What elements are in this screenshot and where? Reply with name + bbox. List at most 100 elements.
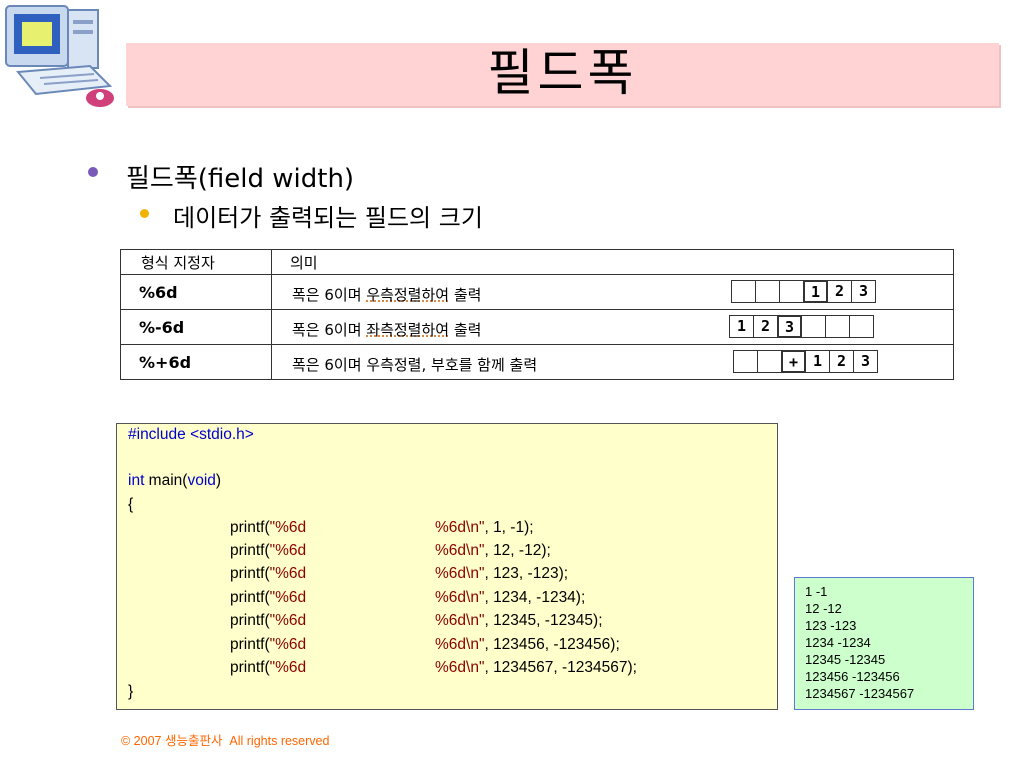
field-cell: 3 <box>853 350 878 373</box>
table-header-row: 형식 지정자 의미 <box>120 249 954 275</box>
output-line: 123 -123 <box>805 618 857 633</box>
code-line: { <box>128 496 134 513</box>
field-cell: 2 <box>829 350 854 373</box>
field-cell <box>733 350 758 373</box>
code-text: , 12345, -12345); <box>484 612 603 629</box>
code-line: printf("%6d <box>230 565 306 583</box>
spec-description-cell: 폭은 6이며 우측정렬, 부호를 함께 출력 + 1 2 3 <box>271 344 954 380</box>
code-line: printf("%6d <box>230 659 306 677</box>
code-text: printf( <box>230 589 270 606</box>
bullet-text: 데이터가 출력되는 필드의 크기 <box>173 204 483 232</box>
code-string: %6d\n" <box>435 612 485 629</box>
field-cell: 1 <box>803 280 828 303</box>
field-cell <box>825 315 850 338</box>
field-cell <box>779 280 804 303</box>
bullet-text: 필드폭(field width) <box>126 164 355 194</box>
code-text: printf( <box>230 565 270 582</box>
table-row: %6d 폭은 6이며 우측정렬하여 출력 1 2 3 <box>120 274 954 310</box>
code-line: %6d\n", 1234, -1234); <box>435 589 585 607</box>
code-keyword: void <box>187 472 216 489</box>
code-line: printf("%6d <box>230 519 306 537</box>
code-keyword: int <box>128 472 145 489</box>
field-cells: 1 2 3 <box>731 280 876 303</box>
code-string: "%6d <box>269 565 307 582</box>
table-header: 의미 <box>271 249 954 275</box>
field-cell: 3 <box>777 315 802 338</box>
field-cell: 3 <box>851 280 876 303</box>
format-spec: %6d <box>120 274 272 310</box>
table-row: %-6d 폭은 6이며 좌측정렬하여 출력 1 2 3 <box>120 309 954 345</box>
desc-text: 폭은 6이며 우측정렬, 부호를 함께 출력 <box>292 356 538 374</box>
code-text: printf( <box>230 612 270 629</box>
format-spec: %-6d <box>120 309 272 345</box>
field-cell: 2 <box>753 315 778 338</box>
code-text: , 1234567, -1234567); <box>484 659 637 676</box>
code-line: printf("%6d <box>230 589 306 607</box>
field-cells: 1 2 3 <box>729 315 874 338</box>
code-header: <stdio.h> <box>190 426 254 443</box>
code-text: , 1, -1); <box>484 519 534 536</box>
code-text: printf( <box>230 636 270 653</box>
field-cells: + 1 2 3 <box>733 350 878 373</box>
field-cell: + <box>781 350 806 373</box>
field-cell: 1 <box>729 315 754 338</box>
code-string: %6d\n" <box>435 589 485 606</box>
field-cell <box>757 350 782 373</box>
code-text: , 1234, -1234); <box>484 589 586 606</box>
bullet-dot <box>88 167 98 177</box>
code-line: %6d\n", 1, -1); <box>435 519 534 537</box>
output-line: 1234567 -1234567 <box>805 686 915 701</box>
desc-marked: 좌측정렬하여 <box>366 321 450 339</box>
desc-text: 폭은 6이며 <box>292 286 367 304</box>
code-text: ) <box>215 472 222 489</box>
spec-description: 폭은 6이며 우측정렬하여 출력 <box>292 284 481 305</box>
format-spec: %+6d <box>120 344 272 380</box>
code-string: "%6d <box>269 636 307 653</box>
code-string: "%6d <box>269 519 307 536</box>
output-line: 12345 -12345 <box>805 652 886 667</box>
field-cell: 1 <box>805 350 830 373</box>
code-text: printf( <box>230 542 270 559</box>
table-row: %+6d 폭은 6이며 우측정렬, 부호를 함께 출력 + 1 2 3 <box>120 344 954 380</box>
code-line: printf("%6d <box>230 636 306 654</box>
code-string: "%6d <box>269 542 307 559</box>
code-line: %6d\n", 123, -123); <box>435 565 568 583</box>
table-header: 형식 지정자 <box>120 249 272 275</box>
desc-marked: 우측정렬하여 <box>366 286 450 304</box>
code-string: %6d\n" <box>435 659 485 676</box>
spec-description-cell: 폭은 6이며 좌측정렬하여 출력 1 2 3 <box>271 309 954 345</box>
code-line: int main(void) <box>128 472 221 490</box>
code-line: %6d\n", 123456, -123456); <box>435 636 620 654</box>
output-line: 1234 -1234 <box>805 635 871 650</box>
output-line: 123456 -123456 <box>805 669 900 684</box>
code-line: } <box>128 683 134 700</box>
code-line: printf("%6d <box>230 612 306 630</box>
field-cell <box>731 280 756 303</box>
code-line: %6d\n", 12, -12); <box>435 542 551 560</box>
field-cell: 2 <box>827 280 852 303</box>
code-string: %6d\n" <box>435 519 485 536</box>
output-line: 1 -1 <box>805 584 828 599</box>
computer-clipart-icon <box>5 5 114 107</box>
code-string: "%6d <box>269 589 307 606</box>
code-text: , 123, -123); <box>484 565 569 582</box>
spec-description: 폭은 6이며 좌측정렬하여 출력 <box>292 319 481 340</box>
code-line: printf("%6d <box>230 542 306 560</box>
code-string: "%6d <box>269 659 307 676</box>
code-line: %6d\n", 12345, -12345); <box>435 612 603 630</box>
desc-text: 폭은 6이며 <box>292 321 367 339</box>
bullet-dot <box>140 209 149 218</box>
desc-text: 출력 <box>449 321 482 339</box>
code-string: "%6d <box>269 612 307 629</box>
field-cell <box>849 315 874 338</box>
code-listing: #include <stdio.h> int main(void) { prin… <box>116 423 778 710</box>
format-spec-table: 형식 지정자 의미 %6d 폭은 6이며 우측정렬하여 출력 1 2 3 %-6… <box>120 249 954 380</box>
title-band: 필드폭 <box>126 43 999 106</box>
code-keyword: #include <box>128 426 186 443</box>
code-text: printf( <box>230 519 270 536</box>
output-panel: 1 -1 12 -12 123 -123 1234 -1234 12345 -1… <box>794 577 974 710</box>
spec-description: 폭은 6이며 우측정렬, 부호를 함께 출력 <box>292 354 537 375</box>
code-string: %6d\n" <box>435 565 485 582</box>
copyright-footer: © 2007 생능출판사 All rights reserved <box>121 734 330 748</box>
code-text: , 12, -12); <box>484 542 551 559</box>
